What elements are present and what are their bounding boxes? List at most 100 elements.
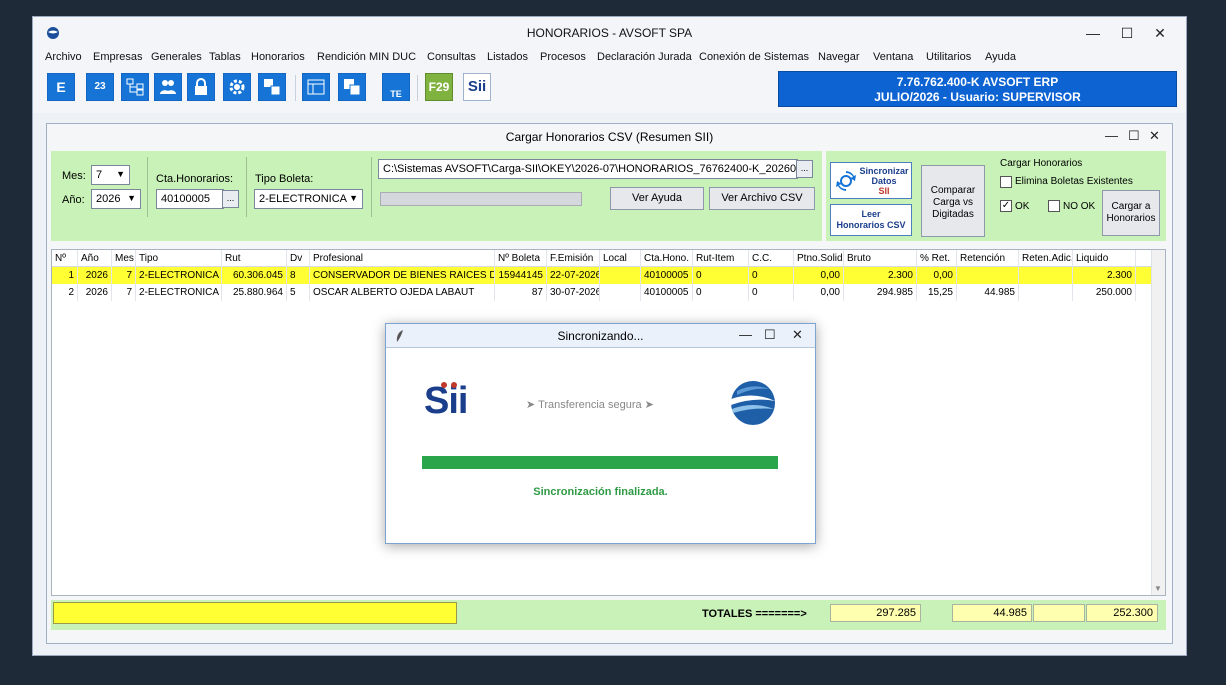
load-progress-bar <box>380 192 582 206</box>
sii-icon[interactable]: Sii <box>463 73 491 101</box>
menu-listados[interactable]: Listados <box>487 51 528 63</box>
sincronizar-sii-button[interactable]: Sincronizar Datos SII <box>830 162 912 199</box>
menu-rendicion[interactable]: Rendición MIN DUC <box>317 51 416 63</box>
table-row[interactable]: 2 2026 7 2-ELECTRONICA 25.880.964 5 OSCAR ALBE… <box>52 284 1152 301</box>
leer-honorarios-csv-button[interactable]: Leer Honorarios CSV <box>830 204 912 236</box>
header-col-mes[interactable]: Mes <box>112 250 136 267</box>
header-col-cc[interactable]: C.C. <box>749 250 794 267</box>
menu-archivo[interactable]: Archivo <box>45 51 82 63</box>
cell-col-ptno: 0,00 <box>794 284 844 301</box>
toolbar-separator <box>295 75 296 101</box>
header-col-local[interactable]: Local <box>600 250 641 267</box>
ok-checkbox[interactable]: ✓ <box>1000 200 1012 212</box>
table-icon[interactable] <box>302 73 330 101</box>
users-icon[interactable] <box>154 73 182 101</box>
cell-col-ret-pct: 15,25 <box>917 284 957 301</box>
menu-ayuda[interactable]: Ayuda <box>985 51 1016 63</box>
cargar-honorarios-button[interactable]: Cargar a Honorarios <box>1102 190 1160 236</box>
vertical-scrollbar[interactable]: ▼ <box>1151 250 1165 595</box>
header-col-liquido[interactable]: Liquido <box>1073 250 1136 267</box>
dialog-maximize-button[interactable]: ☐ <box>764 327 776 343</box>
cell-col-dv: 8 <box>287 267 310 284</box>
cargar-label-2: Honorarios <box>1106 213 1156 224</box>
form-maximize-button[interactable]: ☐ <box>1128 128 1140 144</box>
comparar-label-1: Comparar <box>930 185 976 196</box>
cell-col-emision: 22-07-2026 <box>547 267 600 284</box>
menu-navegar[interactable]: Navegar <box>818 51 860 63</box>
scroll-down-icon[interactable]: ▼ <box>1154 584 1162 593</box>
total-liquido: 252.300 <box>1086 604 1158 622</box>
menu-generales[interactable]: Generales <box>151 51 202 63</box>
menu-consultas[interactable]: Consultas <box>427 51 476 63</box>
menu-honorarios[interactable]: Honorarios <box>251 51 305 63</box>
cta-input[interactable]: 40100005 <box>156 189 224 209</box>
cargar-group-label: Cargar Honorarios <box>1000 158 1083 169</box>
tipo-label: Tipo Boleta: <box>255 173 314 185</box>
avsoft-logo-icon <box>731 381 775 425</box>
dialog-close-button[interactable]: ✕ <box>792 327 803 343</box>
header-col-rut-item[interactable]: Rut-Item <box>693 250 749 267</box>
cell-col-boleta: 87 <box>495 284 547 301</box>
maximize-button[interactable]: ☐ <box>1112 22 1142 44</box>
form-minimize-button[interactable]: — <box>1105 128 1118 143</box>
tipo-select[interactable]: 2-ELECTRONICA ▼ <box>254 189 363 209</box>
header-col-bruto[interactable]: Bruto <box>844 250 917 267</box>
calendar-icon[interactable]: 23 <box>86 73 114 101</box>
header-col-boleta[interactable]: Nº Boleta <box>495 250 547 267</box>
cta-value: 40100005 <box>161 193 210 205</box>
header-col-ret-pct[interactable]: % Ret. <box>917 250 957 267</box>
f29-icon[interactable]: F29 <box>425 73 453 101</box>
mes-select[interactable]: 7 ▼ <box>91 165 130 185</box>
comparar-carga-button[interactable]: Comparar Carga vs Digitadas <box>921 165 985 237</box>
cell-col-mes: 7 <box>112 267 136 284</box>
table-row[interactable]: 1 2026 7 2-ELECTRONICA 60.306.045 8 CONSERVADO… <box>52 267 1152 284</box>
header-col-cta[interactable]: Cta.Hono. <box>641 250 693 267</box>
header-col-profesional[interactable]: Profesional <box>310 250 495 267</box>
menu-empresas[interactable]: Empresas <box>93 51 143 63</box>
anio-select[interactable]: 2026 ▼ <box>91 189 141 209</box>
comparar-label-2: Carga vs <box>932 197 973 208</box>
header-col-anio[interactable]: Año <box>78 250 112 267</box>
ver-archivo-csv-button[interactable]: Ver Archivo CSV <box>709 187 815 210</box>
header-col-reten-adic[interactable]: Reten.Adic. <box>1019 250 1073 267</box>
menu-declaracion-jurada[interactable]: Declaración Jurada <box>597 51 692 63</box>
cell-col-liquido: 250.000 <box>1073 284 1136 301</box>
anio-label: Año: <box>62 194 85 206</box>
sync-label-2: Datos <box>871 176 897 186</box>
empresa-icon[interactable]: E <box>47 73 75 101</box>
share-te-icon[interactable]: TE <box>382 73 410 101</box>
cell-col-profesional: CONSERVADOR DE BIENES RAICES D <box>310 267 495 284</box>
dialog-minimize-button[interactable]: — <box>739 327 752 342</box>
copy-icon[interactable] <box>338 73 366 101</box>
menu-utilitarios[interactable]: Utilitarios <box>926 51 971 63</box>
elimina-checkbox[interactable] <box>1000 176 1012 188</box>
minimize-button[interactable]: — <box>1078 22 1108 44</box>
menu-tablas[interactable]: Tablas <box>209 51 241 63</box>
header-col-ptno[interactable]: Ptno.Solid. <box>794 250 844 267</box>
form-close-button[interactable]: ✕ <box>1149 128 1160 144</box>
sync-label-3: SII <box>878 186 890 196</box>
header-col-emision[interactable]: F.Emisión <box>547 250 600 267</box>
gear-icon[interactable] <box>223 73 251 101</box>
close-button[interactable]: ✕ <box>1145 22 1175 44</box>
header-col-num[interactable]: Nº <box>52 250 78 267</box>
header-col-dv[interactable]: Dv <box>287 250 310 267</box>
header-col-tipo[interactable]: Tipo <box>136 250 222 267</box>
windows-icon[interactable] <box>258 73 286 101</box>
elimina-label: Elimina Boletas Existentes <box>1015 176 1133 187</box>
header-col-rut[interactable]: Rut <box>222 250 287 267</box>
header-col-retencion[interactable]: Retención <box>957 250 1019 267</box>
menu-procesos[interactable]: Procesos <box>540 51 586 63</box>
menu-ventana[interactable]: Ventana <box>873 51 913 63</box>
file-browse-button[interactable]: ... <box>796 160 813 178</box>
tree-icon[interactable] <box>121 73 149 101</box>
company-banner: 7.76.762.400-K AVSOFT ERP JULIO/2026 - U… <box>778 71 1177 107</box>
ver-ayuda-button[interactable]: Ver Ayuda <box>610 187 704 210</box>
menu-conexion-sistemas[interactable]: Conexión de Sistemas <box>699 51 809 63</box>
dialog-body: Sii ➤ Transferencia segura ➤ Sincronizac… <box>389 348 812 542</box>
file-path-input[interactable]: C:\Sistemas AVSOFT\Carga-SII\OKEY\2026-0… <box>378 159 798 179</box>
nook-checkbox[interactable] <box>1048 200 1060 212</box>
lock-icon[interactable] <box>187 73 215 101</box>
chevron-down-icon: ▼ <box>116 169 125 179</box>
cta-browse-button[interactable]: ... <box>222 190 239 208</box>
